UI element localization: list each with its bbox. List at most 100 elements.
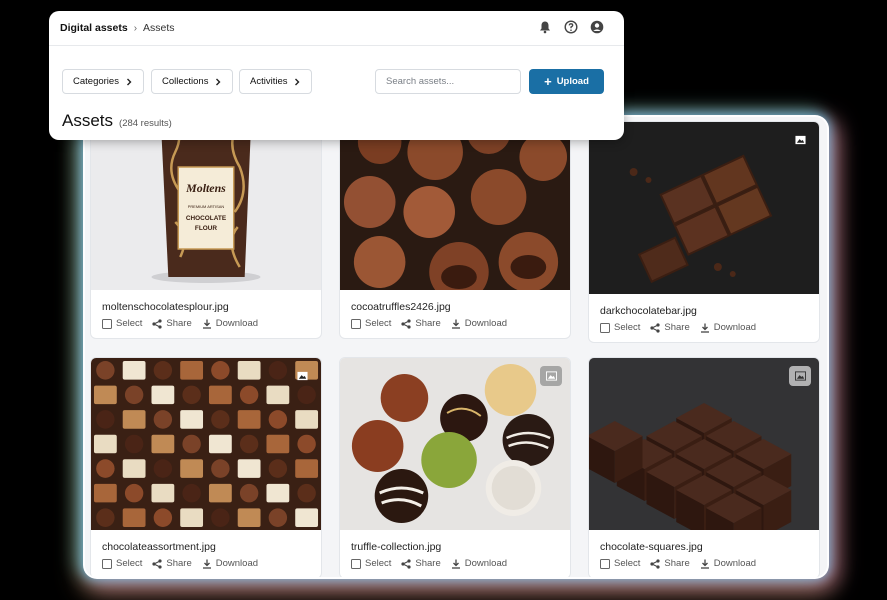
bonbon-piece bbox=[124, 385, 144, 405]
bonbon-piece bbox=[122, 459, 146, 478]
asset-card[interactable]: darkchocolatebar.jpg Select Share Downlo… bbox=[588, 121, 820, 343]
asset-actions: Select Share Download bbox=[351, 318, 507, 329]
bonbon-piece bbox=[180, 361, 204, 380]
download-button[interactable]: Download bbox=[202, 558, 258, 569]
select-label: Select bbox=[614, 322, 641, 333]
asset-actions: Select Share Download bbox=[600, 558, 756, 569]
select-label: Select bbox=[365, 558, 392, 569]
bonbon-piece bbox=[295, 410, 319, 429]
bonbon-piece bbox=[153, 459, 173, 478]
share-icon bbox=[152, 558, 163, 569]
image-type-icon bbox=[540, 366, 562, 386]
asset-filename: cocoatruffles2426.jpg bbox=[351, 301, 451, 313]
asset-thumbnail[interactable] bbox=[340, 358, 570, 530]
bonbon-piece bbox=[180, 459, 204, 478]
select-checkbox[interactable]: Select bbox=[351, 318, 391, 329]
upload-button[interactable]: + Upload bbox=[529, 69, 604, 94]
share-label: Share bbox=[166, 558, 192, 569]
asset-thumbnail[interactable] bbox=[589, 122, 819, 294]
share-icon bbox=[152, 318, 163, 329]
bonbon-piece bbox=[93, 483, 117, 503]
asset-card[interactable]: chocolateassortment.jpg Select Share Dow… bbox=[90, 357, 322, 577]
share-label: Share bbox=[415, 558, 441, 569]
package-line2: CHOCOLATE bbox=[186, 215, 227, 222]
asset-card[interactable]: truffle-collection.jpg Select Share Down… bbox=[339, 357, 571, 577]
breadcrumb: Digital assets › Assets bbox=[60, 22, 175, 34]
download-button[interactable]: Download bbox=[202, 318, 258, 329]
chevron-right-icon bbox=[126, 78, 132, 85]
help-icon[interactable] bbox=[564, 20, 578, 34]
download-icon bbox=[451, 559, 460, 569]
search-input[interactable] bbox=[375, 69, 521, 94]
select-label: Select bbox=[614, 558, 641, 569]
chevron-right-icon bbox=[295, 78, 300, 85]
download-button[interactable]: Download bbox=[700, 322, 756, 333]
bonbon-piece bbox=[208, 434, 232, 454]
collections-dropdown[interactable]: Collections bbox=[151, 69, 234, 94]
bonbon-piece bbox=[237, 459, 261, 478]
asset-actions: Select Share Download bbox=[600, 322, 756, 333]
asset-card[interactable]: cocoatruffles2426.jpg Select Share Downl… bbox=[339, 117, 571, 339]
share-button[interactable]: Share bbox=[152, 318, 192, 329]
download-icon bbox=[202, 559, 211, 569]
download-icon bbox=[700, 323, 709, 333]
plus-icon: + bbox=[544, 74, 552, 89]
asset-filename: darkchocolatebar.jpg bbox=[600, 305, 697, 317]
share-label: Share bbox=[166, 318, 192, 329]
download-button[interactable]: Download bbox=[451, 558, 507, 569]
share-button[interactable]: Share bbox=[401, 318, 441, 329]
categories-dropdown[interactable]: Categories bbox=[62, 69, 144, 94]
select-checkbox[interactable]: Select bbox=[600, 558, 640, 569]
select-checkbox[interactable]: Select bbox=[102, 558, 142, 569]
bonbon-piece bbox=[93, 434, 117, 454]
asset-filename: truffle-collection.jpg bbox=[351, 541, 442, 553]
share-label: Share bbox=[415, 318, 441, 329]
chevron-right-icon bbox=[216, 78, 221, 85]
download-button[interactable]: Download bbox=[451, 318, 507, 329]
bonbon-piece bbox=[182, 385, 201, 405]
asset-card[interactable]: chocolate-squares.jpg Select Share Downl… bbox=[588, 357, 820, 577]
bonbon-piece bbox=[266, 483, 290, 503]
bonbon-piece bbox=[180, 410, 204, 429]
bonbon-piece bbox=[237, 361, 261, 380]
bonbon-piece bbox=[122, 508, 146, 527]
asset-card[interactable]: Moltens PREMIUM ARTISAN CHOCOLATE FLOUR … bbox=[90, 117, 322, 339]
download-button[interactable]: Download bbox=[700, 558, 756, 569]
breadcrumb-root[interactable]: Digital assets bbox=[60, 22, 128, 34]
bonbon-piece bbox=[96, 459, 115, 478]
download-label: Download bbox=[464, 558, 508, 569]
asset-thumbnail[interactable]: Moltens PREMIUM ARTISAN CHOCOLATE FLOUR bbox=[91, 117, 321, 290]
asset-filename: moltenschocolatesplour.jpg bbox=[102, 301, 229, 313]
asset-thumbnail[interactable] bbox=[340, 117, 570, 290]
share-icon bbox=[401, 558, 412, 569]
checkbox-icon bbox=[600, 322, 610, 333]
bell-icon[interactable] bbox=[538, 20, 552, 34]
share-button[interactable]: Share bbox=[152, 558, 192, 569]
bonbon-piece bbox=[237, 410, 261, 429]
bonbon-piece bbox=[295, 459, 319, 478]
select-checkbox[interactable]: Select bbox=[102, 318, 142, 329]
account-icon[interactable] bbox=[590, 20, 604, 34]
share-button[interactable]: Share bbox=[650, 558, 690, 569]
collections-label: Collections bbox=[162, 76, 209, 87]
share-icon bbox=[650, 558, 661, 569]
select-checkbox[interactable]: Select bbox=[351, 558, 391, 569]
share-button[interactable]: Share bbox=[650, 322, 690, 333]
share-icon bbox=[650, 322, 661, 333]
bonbon-piece bbox=[239, 434, 259, 454]
download-label: Download bbox=[215, 558, 259, 569]
bonbon-piece bbox=[208, 385, 232, 405]
categories-label: Categories bbox=[73, 76, 119, 87]
asset-thumbnail[interactable] bbox=[589, 358, 819, 530]
bonbon-piece bbox=[211, 361, 230, 380]
results-count: (284 results) bbox=[119, 118, 172, 129]
activities-dropdown[interactable]: Activities bbox=[239, 69, 313, 94]
download-label: Download bbox=[464, 318, 508, 329]
select-checkbox[interactable]: Select bbox=[600, 322, 640, 333]
share-button[interactable]: Share bbox=[401, 558, 441, 569]
bonbon-piece bbox=[93, 385, 117, 405]
asset-thumbnail[interactable] bbox=[91, 358, 321, 530]
bonbon-piece bbox=[151, 483, 175, 503]
bonbon-piece bbox=[180, 508, 204, 527]
bonbon-piece bbox=[211, 508, 230, 527]
